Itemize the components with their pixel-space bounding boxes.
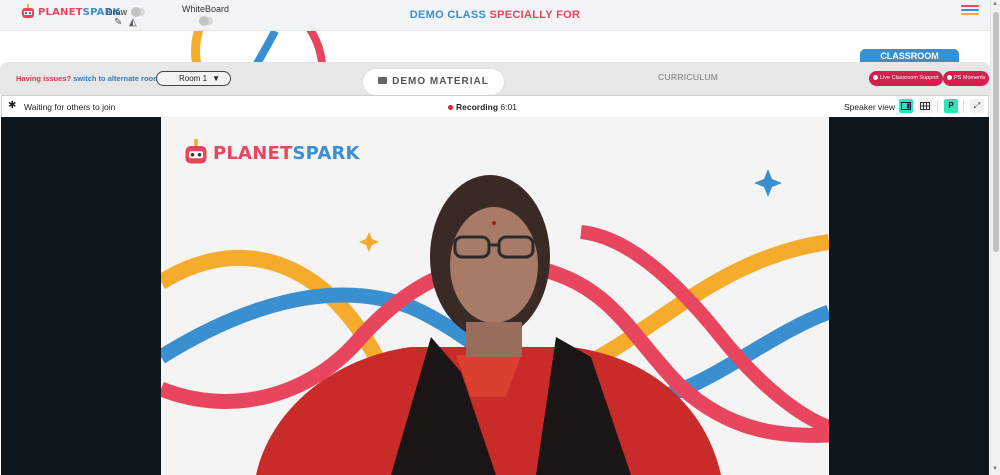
page-scrollbar[interactable]: ▲ ▼ [990, 0, 1000, 475]
scroll-down-icon[interactable]: ▼ [992, 466, 998, 472]
waiting-status: Waiting for others to join [24, 102, 116, 112]
hamburger-menu-icon[interactable] [961, 5, 979, 19]
page-title: DEMO CLASS SPECIALLY FOR [409, 9, 581, 21]
scrollbar-thumb[interactable] [993, 12, 999, 252]
recording-dot-icon [448, 105, 453, 110]
fullscreen-icon[interactable]: ⤢ [970, 99, 984, 113]
divider [963, 100, 964, 113]
switch-room-link[interactable]: switch to alternate room [73, 74, 160, 83]
participant-avatar[interactable]: P [944, 99, 958, 113]
sparkle-icon [359, 232, 379, 252]
stage-logo: PLANETSPARK [183, 139, 360, 167]
room-select[interactable]: Room 1 ▼ [156, 71, 231, 86]
stage-logo-text: PLANETSPARK [213, 142, 360, 164]
divider [937, 100, 938, 113]
issues-text: Having issues? [16, 74, 72, 83]
recording-indicator: Recording 6:01 [448, 102, 517, 112]
planetspark-logo-icon [185, 139, 207, 164]
demo-material-button[interactable]: DEMO MATERIAL [363, 69, 504, 95]
stage-background-waves [161, 169, 829, 475]
demo-material-label: DEMO MATERIAL [392, 76, 489, 87]
app-window: PLANETSPARK Draw ✎ ◭ WhiteBoard DEMO CLA… [0, 0, 1000, 475]
video-stage: PLANETSPARK [161, 117, 829, 475]
scroll-up-icon[interactable]: ▲ [992, 1, 998, 7]
video-header: ✱ Waiting for others to join Recording 6… [1, 95, 989, 117]
speaker-view-label: Speaker view [844, 102, 896, 112]
curriculum-tab[interactable]: CURRICULUM [658, 72, 718, 82]
moments-icon [947, 75, 952, 80]
caret-down-icon: ▼ [212, 74, 220, 83]
top-bar: PLANETSPARK Draw ✎ ◭ WhiteBoard DEMO CLA… [0, 0, 990, 31]
issues-notice: Having issues? switch to alternate room [16, 74, 160, 83]
speaker-view-icon[interactable] [899, 99, 913, 113]
sparkle-icon [754, 169, 782, 197]
room-select-value: Room 1 [179, 74, 208, 83]
ps-moments-button[interactable]: PS Moments [943, 71, 990, 86]
folder-icon [378, 77, 388, 84]
grid-view-icon[interactable] [918, 99, 932, 113]
recording-time: 6:01 [500, 102, 517, 112]
gear-icon[interactable]: ✱ [8, 101, 16, 111]
live-support-button[interactable]: Live Classroom Support [869, 71, 943, 86]
support-icon [873, 75, 878, 80]
